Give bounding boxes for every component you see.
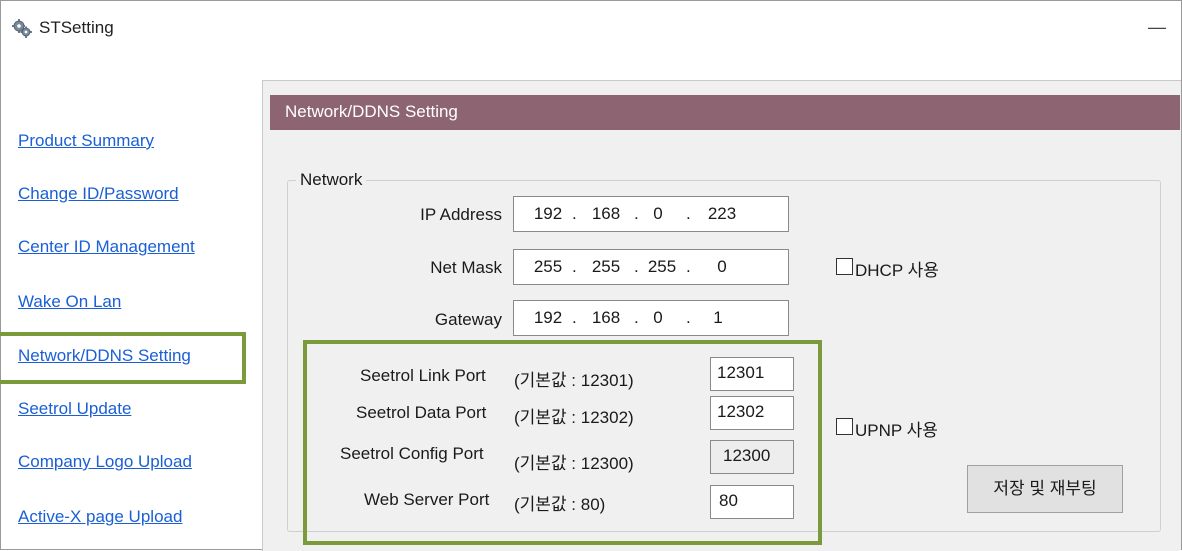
sidebar-item-center-id-management[interactable]: Center ID Management bbox=[18, 237, 195, 257]
dhcp-label: DHCP 사용 bbox=[855, 261, 939, 280]
sidebar-item-product-summary[interactable]: Product Summary bbox=[18, 131, 154, 151]
gear-icon bbox=[12, 19, 32, 38]
upnp-label: UPNP 사용 bbox=[855, 421, 938, 440]
gateway-label: Gateway bbox=[434, 310, 502, 329]
octet-separator: . bbox=[572, 257, 577, 276]
panel-header: Network/DDNS Setting bbox=[270, 95, 1180, 130]
octet-separator: . bbox=[686, 257, 691, 276]
octet-separator: . bbox=[634, 257, 639, 276]
ip-octet-3: 0 bbox=[653, 204, 663, 223]
mask-octet-2: 255 bbox=[591, 257, 621, 276]
ip-address-label: IP Address bbox=[420, 205, 502, 224]
minimize-button[interactable]: — bbox=[1143, 15, 1171, 39]
sidebar-item-seetrol-update[interactable]: Seetrol Update bbox=[18, 399, 131, 419]
ip-address-field[interactable]: 192 . 168 . 0 . 223 bbox=[513, 196, 789, 232]
mask-octet-1: 255 bbox=[533, 257, 563, 276]
gateway-octet-3: 0 bbox=[653, 308, 663, 327]
gateway-octet-2: 168 bbox=[591, 308, 621, 327]
net-mask-field[interactable]: 255 . 255 . 255 . 0 bbox=[513, 249, 789, 285]
ports-highlight-frame bbox=[303, 340, 822, 545]
network-group-label: Network bbox=[296, 170, 367, 190]
ip-octet-2: 168 bbox=[591, 204, 621, 223]
sidebar-item-change-id-password[interactable]: Change ID/Password bbox=[18, 184, 179, 204]
sidebar-item-wake-on-lan[interactable]: Wake On Lan bbox=[18, 292, 121, 312]
gateway-octet-1: 192 bbox=[533, 308, 563, 327]
ip-octet-1: 192 bbox=[533, 204, 563, 223]
gateway-octet-4: 1 bbox=[713, 308, 723, 327]
window-title: STSetting bbox=[39, 18, 114, 37]
save-and-reboot-button[interactable]: 저장 및 재부팅 bbox=[967, 465, 1123, 513]
sidebar-item-active-x-page-upload[interactable]: Active-X page Upload bbox=[18, 507, 182, 527]
title-bar: STSetting — bbox=[1, 1, 1181, 57]
panel-title: Network/DDNS Setting bbox=[285, 102, 458, 121]
octet-separator: . bbox=[572, 308, 577, 327]
ip-octet-4: 223 bbox=[707, 204, 737, 223]
sidebar-highlight-frame bbox=[0, 332, 246, 384]
octet-separator: . bbox=[686, 204, 691, 223]
upnp-checkbox[interactable] bbox=[836, 418, 853, 435]
gateway-field[interactable]: 192 . 168 . 0 . 1 bbox=[513, 300, 789, 336]
octet-separator: . bbox=[572, 204, 577, 223]
dhcp-checkbox[interactable] bbox=[836, 258, 853, 275]
mask-octet-4: 0 bbox=[717, 257, 727, 276]
sidebar-item-company-logo-upload[interactable]: Company Logo Upload bbox=[18, 452, 192, 472]
mask-octet-3: 255 bbox=[647, 257, 677, 276]
octet-separator: . bbox=[686, 308, 691, 327]
net-mask-label: Net Mask bbox=[430, 258, 502, 277]
